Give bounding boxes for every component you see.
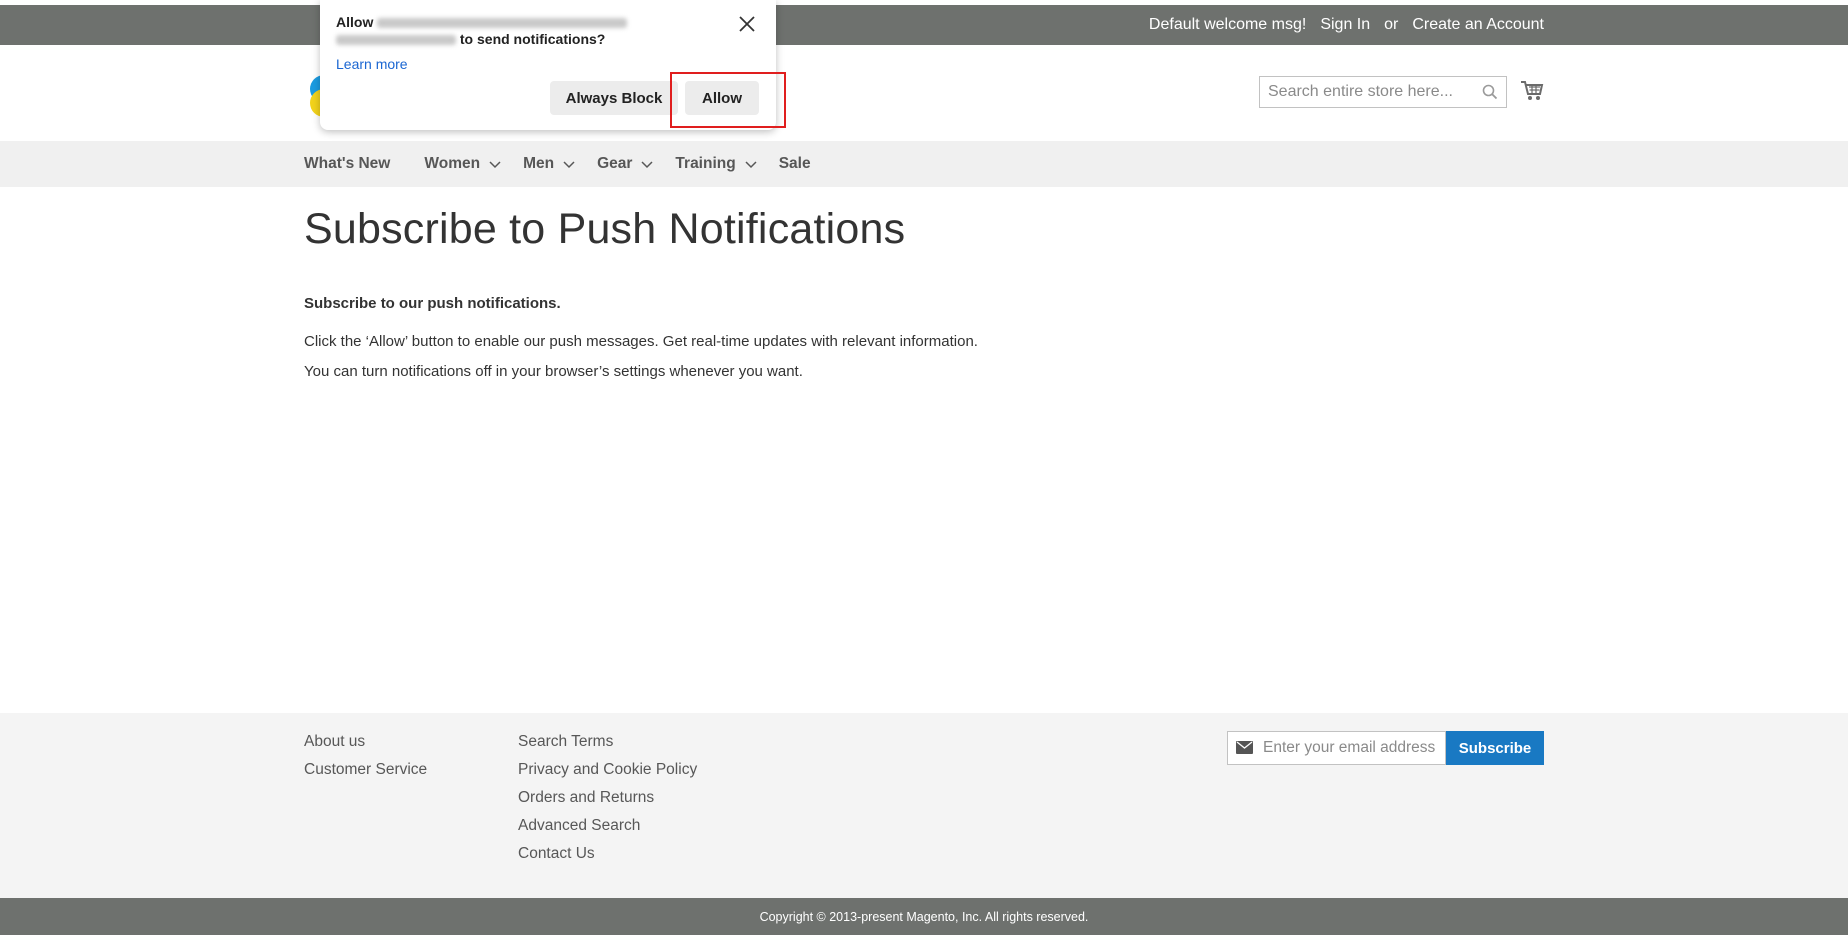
notification-permission-dialog: Allow to send notifications? Learn more … xyxy=(320,0,776,130)
header-links: Default welcome msg! Sign In or Create a… xyxy=(1149,5,1544,45)
footer-link-advanced-search[interactable]: Advanced Search xyxy=(518,817,697,845)
always-block-button[interactable]: Always Block xyxy=(550,81,678,115)
nav-item-men[interactable]: Men xyxy=(523,155,575,173)
welcome-message: Default welcome msg! xyxy=(1148,16,1307,33)
permission-message: Allow to send notifications? xyxy=(336,14,676,48)
chevron-down-icon xyxy=(745,161,757,169)
nav-item-women[interactable]: Women xyxy=(424,155,501,173)
copyright-bar: Copyright © 2013-present Magento, Inc. A… xyxy=(0,898,1848,935)
search-box xyxy=(1259,76,1507,108)
site-header xyxy=(0,45,1848,141)
nav-item-label: Gear xyxy=(597,155,633,172)
main-navigation: What's New Women Men Gear Training Sale xyxy=(0,141,1848,187)
newsletter-form: Subscribe xyxy=(1227,731,1544,765)
nav-item-gear[interactable]: Gear xyxy=(597,155,653,173)
nav-item-label: Women xyxy=(424,155,481,172)
top-bar: Default welcome msg! Sign In or Create a… xyxy=(0,5,1848,45)
page-title: Subscribe to Push Notifications xyxy=(304,205,906,253)
permission-question: to send notifications? xyxy=(459,31,606,47)
allow-button[interactable]: Allow xyxy=(685,81,759,115)
search-input[interactable] xyxy=(1268,77,1468,107)
footer-link-search-terms[interactable]: Search Terms xyxy=(518,733,697,761)
instruction-text: Click the ‘Allow’ button to enable our p… xyxy=(304,333,978,350)
blurred-site-url xyxy=(377,18,628,29)
nav-list: What's New Women Men Gear Training Sale xyxy=(304,141,845,187)
nav-item-label: What's New xyxy=(304,155,391,172)
nav-item-label: Training xyxy=(675,155,736,172)
subscribe-button[interactable]: Subscribe xyxy=(1446,731,1544,765)
shopping-cart-icon[interactable] xyxy=(1520,78,1544,102)
chevron-down-icon xyxy=(563,161,575,169)
footer-link-contact-us[interactable]: Contact Us xyxy=(518,845,697,873)
blurred-site-url-cont xyxy=(336,35,456,46)
settings-note-text: You can turn notifications off in your b… xyxy=(304,363,803,380)
permission-allow-prefix: Allow xyxy=(336,14,374,30)
chevron-down-icon xyxy=(641,161,653,169)
learn-more-link[interactable]: Learn more xyxy=(336,56,408,72)
newsletter-email-wrapper xyxy=(1227,731,1446,765)
nav-item-sale[interactable]: Sale xyxy=(779,155,811,173)
nav-item-training[interactable]: Training xyxy=(675,155,757,173)
search-icon[interactable] xyxy=(1482,84,1498,100)
nav-item-label: Men xyxy=(523,155,555,172)
create-account-link[interactable]: Create an Account xyxy=(1412,16,1544,34)
footer-link-privacy-and-cookie-policy[interactable]: Privacy and Cookie Policy xyxy=(518,761,697,789)
or-text: or xyxy=(1384,16,1399,33)
copyright-text: Copyright © 2013-present Magento, Inc. A… xyxy=(759,909,1089,924)
chevron-down-icon xyxy=(489,161,501,169)
envelope-icon xyxy=(1236,741,1253,754)
nav-item-label: Sale xyxy=(778,155,811,172)
nav-item-what-s-new[interactable]: What's New xyxy=(304,155,390,173)
footer-link-orders-and-returns[interactable]: Orders and Returns xyxy=(518,789,697,817)
sign-in-link[interactable]: Sign In xyxy=(1320,16,1370,34)
newsletter-email-field[interactable] xyxy=(1263,732,1441,764)
footer-links-column-1: About us Customer Service xyxy=(304,733,427,789)
site-footer: About us Customer Service Search Terms Pri… xyxy=(0,713,1848,898)
close-icon[interactable] xyxy=(738,15,756,33)
footer-link-customer-service[interactable]: Customer Service xyxy=(304,761,427,789)
footer-link-about-us[interactable]: About us xyxy=(304,733,427,761)
footer-links-column-2: Search Terms Privacy and Cookie Policy Ord… xyxy=(518,733,697,873)
intro-heading: Subscribe to our push notifications. xyxy=(304,295,561,312)
